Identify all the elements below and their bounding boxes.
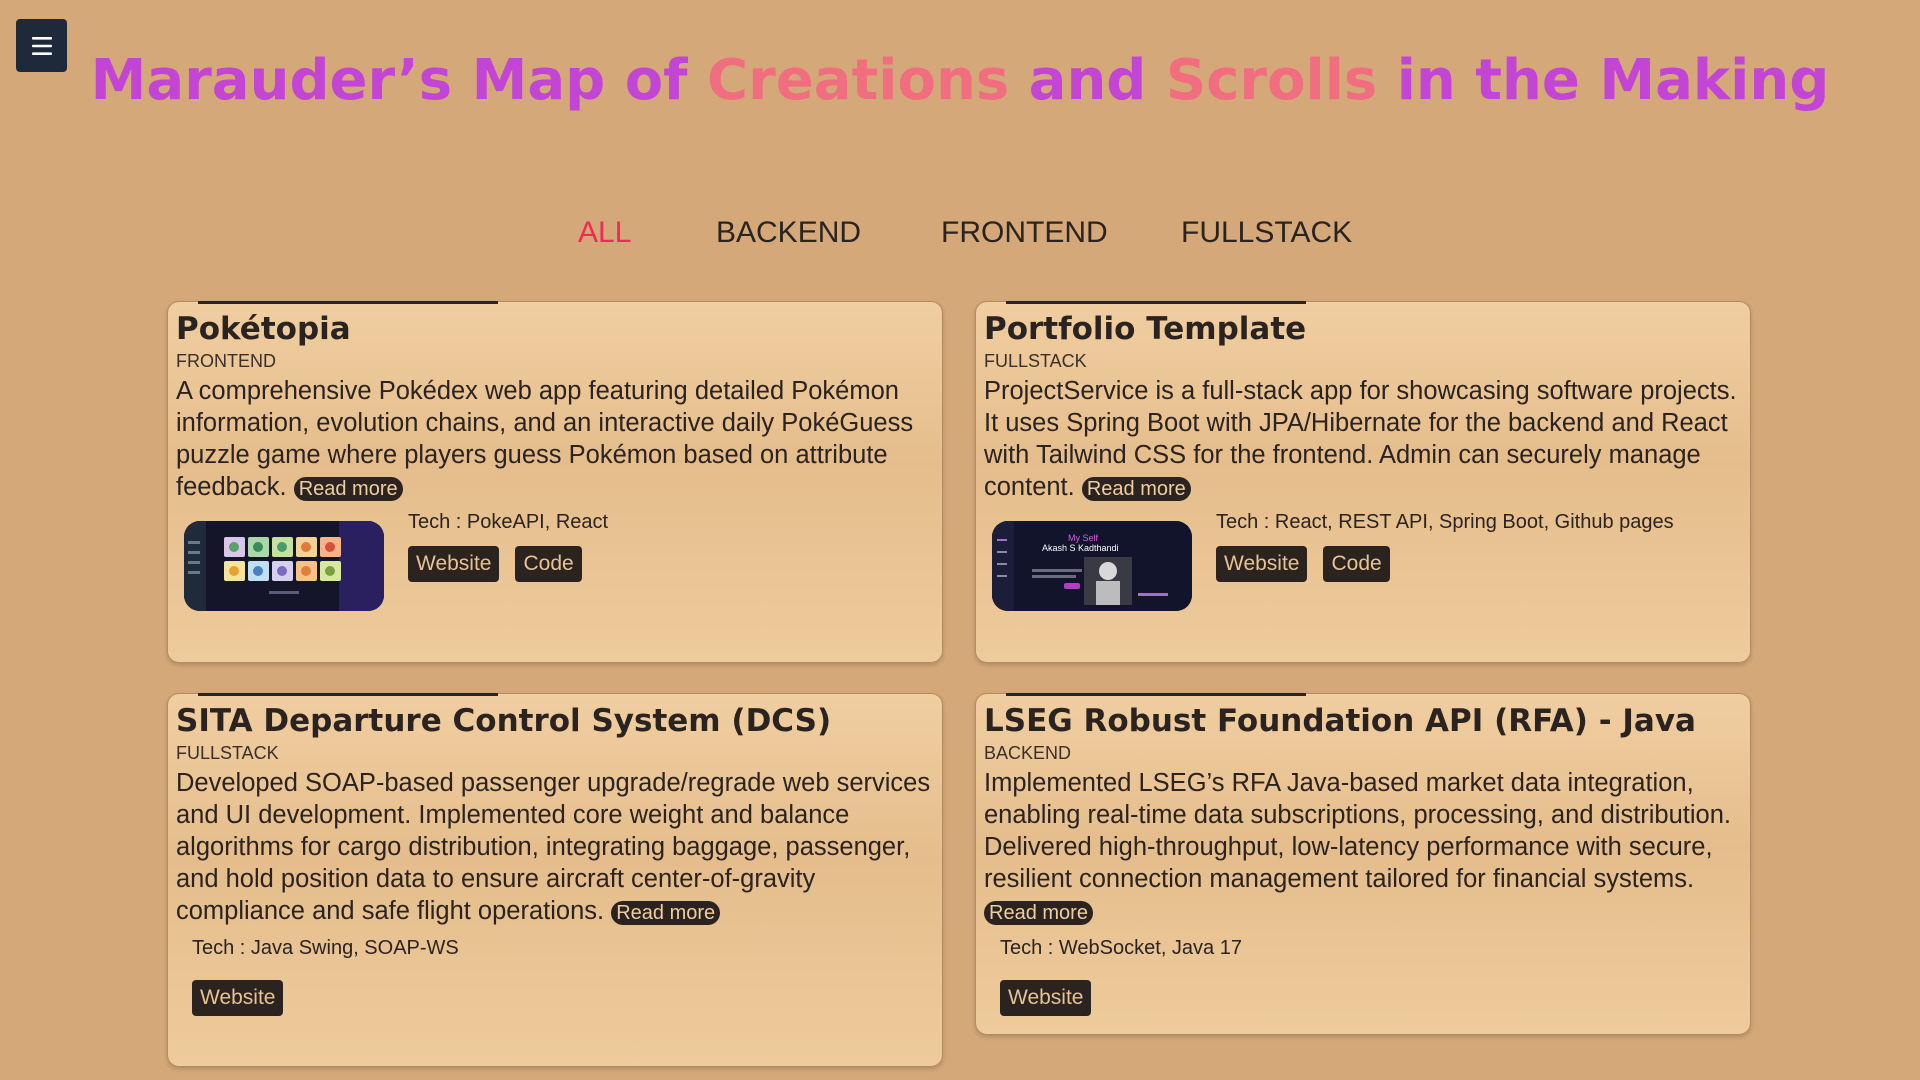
- filter-tabs: ALL BACKEND FRONTEND FULLSTACK: [0, 216, 1920, 256]
- project-title: SITA Departure Control System (DCS): [176, 703, 832, 739]
- project-category: FRONTEND: [176, 351, 276, 371]
- project-tech: Tech : React, REST API, Spring Boot, Git…: [1216, 511, 1674, 533]
- project-tech: Tech : Java Swing, SOAP-WS: [192, 937, 459, 959]
- website-button[interactable]: Website: [408, 546, 500, 582]
- thumb-name-line2: Akash S Kadthandi: [1042, 543, 1119, 553]
- project-card-portfolio-template: Portfolio Template FULLSTACK ProjectServ…: [975, 301, 1751, 663]
- title-part-4: Scrolls: [1165, 48, 1378, 113]
- card-accent-bar: [1006, 301, 1306, 304]
- website-button[interactable]: Website: [1000, 980, 1092, 1016]
- read-more-button[interactable]: Read more: [611, 901, 721, 925]
- project-tech: Tech : WebSocket, Java 17: [1000, 937, 1242, 959]
- description-text: A comprehensive Pokédex web app featurin…: [176, 377, 914, 501]
- project-description: A comprehensive Pokédex web app featurin…: [176, 375, 934, 505]
- tab-fullstack[interactable]: FULLSTACK: [1181, 216, 1352, 250]
- title-part-1: Marauder’s Map of: [90, 48, 708, 113]
- project-description: ProjectService is a full-stack app for s…: [984, 375, 1742, 505]
- card-accent-bar: [198, 693, 498, 696]
- description-text: Developed SOAP-based passenger upgrade/r…: [176, 769, 931, 925]
- page-title: Marauder’s Map of Creations and Scrolls …: [0, 48, 1920, 113]
- website-button[interactable]: Website: [192, 980, 284, 1016]
- project-description: Developed SOAP-based passenger upgrade/r…: [176, 767, 934, 929]
- read-more-button[interactable]: Read more: [984, 901, 1093, 925]
- project-card-sita-dcs: SITA Departure Control System (DCS) FULL…: [167, 693, 943, 1067]
- thumb-name-line1: My Self: [1068, 533, 1099, 543]
- pokemon-grid-icon: [184, 521, 384, 611]
- project-title: Portfolio Template: [984, 311, 1307, 347]
- project-description: Implemented LSEG’s RFA Java-based market…: [984, 767, 1742, 929]
- code-button[interactable]: Code: [1323, 546, 1390, 582]
- project-thumbnail[interactable]: [184, 521, 384, 611]
- project-tech: Tech : PokeAPI, React: [408, 511, 609, 533]
- project-category: FULLSTACK: [176, 743, 279, 763]
- project-card-lseg-rfa: LSEG Robust Foundation API (RFA) - Java …: [975, 693, 1751, 1035]
- title-part-3: and: [1009, 48, 1166, 113]
- project-title: Pokétopia: [176, 311, 351, 347]
- title-part-5: in the Making: [1377, 48, 1830, 113]
- project-card-poketopia: Pokétopia FRONTEND A comprehensive Pokéd…: [167, 301, 943, 663]
- website-button[interactable]: Website: [1216, 546, 1308, 582]
- read-more-button[interactable]: Read more: [293, 477, 403, 501]
- project-category: FULLSTACK: [984, 351, 1087, 371]
- description-text: Implemented LSEG’s RFA Java-based market…: [984, 769, 1731, 893]
- project-category: BACKEND: [984, 743, 1072, 763]
- tab-backend[interactable]: BACKEND: [716, 216, 861, 250]
- tab-frontend[interactable]: FRONTEND: [941, 216, 1108, 250]
- title-part-2: Creations: [707, 48, 1010, 113]
- project-title: LSEG Robust Foundation API (RFA) - Java: [984, 703, 1696, 739]
- card-accent-bar: [198, 301, 498, 304]
- code-button[interactable]: Code: [515, 546, 582, 582]
- tab-all[interactable]: ALL: [578, 216, 631, 250]
- read-more-button[interactable]: Read more: [1081, 477, 1191, 501]
- project-thumbnail[interactable]: My Self Akash S Kadthandi: [992, 521, 1192, 611]
- card-accent-bar: [1006, 693, 1306, 696]
